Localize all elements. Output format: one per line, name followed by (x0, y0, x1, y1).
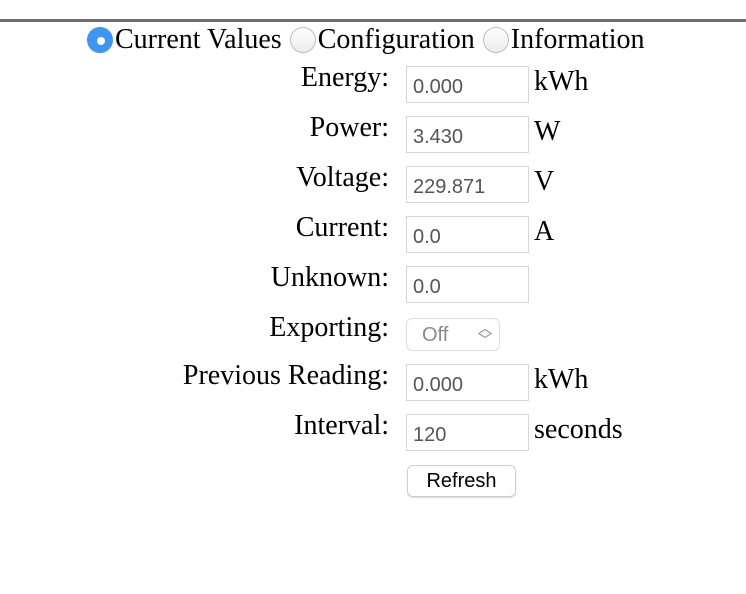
interval-row: Interval: 120 seconds (0, 410, 746, 452)
voltage-row: Voltage: 229.871 V (0, 162, 746, 204)
view-radio-group: Current Values Configuration Information (87, 24, 653, 56)
energy-field[interactable]: 0.000 (406, 66, 529, 103)
radio-label: Configuration (317, 24, 475, 55)
refresh-button[interactable]: Refresh (407, 465, 516, 497)
voltage-unit: V (534, 166, 555, 197)
radio-label: Information (510, 24, 645, 55)
energy-label: Energy: (300, 62, 389, 93)
power-row: Power: 3.430 W (0, 112, 746, 154)
previous-reading-label: Previous Reading: (182, 360, 389, 391)
radio-information[interactable]: Information (482, 24, 645, 56)
radio-label: Current Values (115, 24, 282, 55)
unknown-row: Unknown: 0.0 (0, 262, 746, 304)
exporting-label: Exporting: (269, 312, 389, 343)
current-unit: A (534, 216, 555, 247)
energy-unit: kWh (534, 66, 589, 97)
unknown-label: Unknown: (270, 262, 389, 293)
previous-reading-unit: kWh (534, 364, 589, 395)
voltage-field[interactable]: 229.871 (406, 166, 529, 203)
exporting-value: Off (422, 324, 449, 346)
current-label: Current: (295, 212, 389, 243)
interval-label: Interval: (294, 410, 389, 441)
radio-selected-icon[interactable] (87, 27, 113, 53)
radio-current-values[interactable]: Current Values (87, 24, 282, 56)
power-field[interactable]: 3.430 (406, 116, 529, 153)
radio-configuration[interactable]: Configuration (289, 24, 475, 56)
previous-reading-field[interactable]: 0.000 (406, 364, 529, 401)
exporting-row: Exporting: Off ︿ ﹀ (0, 312, 746, 354)
previous-reading-row: Previous Reading: 0.000 kWh (0, 360, 746, 402)
interval-unit: seconds (534, 414, 623, 445)
radio-unselected-icon[interactable] (482, 27, 509, 53)
power-label: Power: (309, 112, 389, 143)
energy-row: Energy: 0.000 kWh (0, 62, 746, 104)
unknown-field[interactable]: 0.0 (406, 266, 529, 303)
voltage-label: Voltage: (296, 162, 389, 193)
radio-unselected-icon[interactable] (289, 27, 316, 53)
exporting-select[interactable]: Off ︿ ﹀ (406, 318, 500, 351)
current-row: Current: 0.0 A (0, 212, 746, 254)
power-unit: W (534, 116, 561, 147)
divider (0, 19, 746, 22)
current-field[interactable]: 0.0 (406, 216, 529, 253)
interval-field[interactable]: 120 (406, 414, 529, 451)
chevron-up-down-icon: ︿ ﹀ (478, 320, 492, 348)
